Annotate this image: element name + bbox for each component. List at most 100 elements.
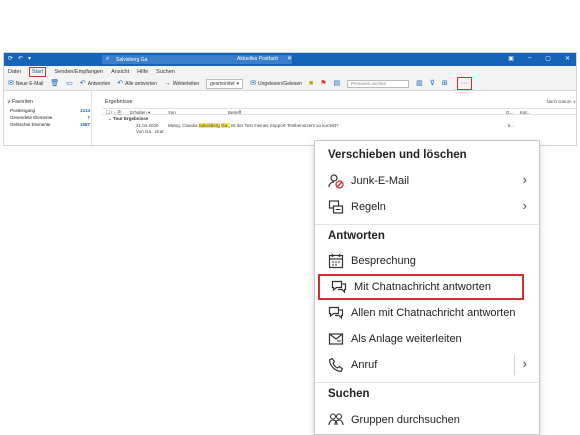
ribbon-toolbar: ✉ Neue E-Mail 🗑 ▭ ↶ Antworten ↶ Alle ant… [4,77,576,91]
dropdown-icon[interactable]: ▾ [28,56,34,62]
quick-access: ⟳ ↶ ▾ [8,56,34,62]
search-highlight: Salvisberg [198,123,220,128]
message-date: 21.04.2020 [136,123,159,128]
chevron-right-icon: › [522,198,527,213]
menu-item-call[interactable]: Anruf › [315,352,541,378]
rules-button[interactable]: ▤ [333,80,340,87]
new-mail-button[interactable]: ✉ Neue E-Mail [8,80,43,87]
menu-label: Junk-E-Mail [351,175,410,187]
tab-suchen[interactable]: Suchen [156,69,175,75]
folder-count: 2114 [80,108,90,113]
chevron-down-icon: ▾ [236,80,240,87]
menu-label: Besprechung [351,255,416,267]
archive-icon: ▭ [66,80,73,87]
menu-item-reply-all-chat[interactable]: Allen mit Chatnachricht antworten [315,300,541,326]
message-from: Von Ga.. Grat [136,129,164,134]
ribbon-display-icon[interactable]: ▣ [508,55,514,62]
menu-divider [315,224,539,225]
section-reply: Antworten [328,230,385,242]
sort-dropdown[interactable]: Nach Datum ∨ [546,99,576,105]
move-dropdown[interactable]: gesmonitet ▾ [206,78,244,89]
forward-icon: → [163,80,171,87]
column-header: ☐ ! ⌂ ⎘ Erhalten ▾ Von Betreff G... Kat.… [102,108,576,115]
undo-icon[interactable]: ↶ [18,56,24,62]
menu-item-search-groups[interactable]: Gruppen durchsuchen [315,407,541,433]
column-from[interactable]: Von [168,110,176,115]
trash-icon: 🗑 [50,80,60,87]
new-mail-label: Neue E-Mail [15,80,44,87]
tab-start[interactable]: Start [28,66,47,77]
tab-hilfe[interactable]: Hilfe [137,69,148,75]
phone-icon [327,356,345,374]
people-search-input[interactable]: Personen suchen [347,79,410,88]
folder-item-posteingang[interactable]: Posteingang 2114 [10,108,90,113]
tab-datei[interactable]: Datei [8,69,21,75]
chevron-right-icon[interactable]: › [523,356,527,371]
forward-button[interactable]: → Weiterleiten [164,80,199,87]
minimize-icon[interactable]: – [528,55,531,62]
categorize-button[interactable]: ■ [309,80,313,87]
menu-item-rules[interactable]: Regeln › [315,194,541,220]
close-icon[interactable]: ✕ [565,55,570,62]
reply-label: Antworten [87,80,111,87]
folder-count: 7 [87,115,90,120]
menu-item-junk[interactable]: Junk-E-Mail › [315,168,541,194]
outlook-window: ⟳ ↶ ▾ ⌕ Salvisberg Ga Aktuelles Postfach… [3,52,577,146]
menu-divider [315,382,539,383]
attachment-icon [327,330,345,348]
message-subject[interactable]: Mwsg. Claudia Salvisberg Ga.. Ist der Te… [168,123,339,128]
search-clear-icon[interactable]: ✕ [287,55,292,62]
favorites-header[interactable]: ∨ Favoriten [7,99,33,105]
more-commands-button[interactable]: ··· [456,77,472,90]
address-book-button[interactable]: ▥ [416,80,423,87]
ribbon-tabs: Datei Start Senden/Empfangen Ansicht Hil… [4,66,576,77]
filter-button[interactable]: ⊽ [430,80,435,87]
column-category[interactable]: Kat... [520,110,531,115]
menu-label: Gruppen durchsuchen [351,414,460,426]
subject-prefix: Mwsg. Claudia [168,123,198,128]
window-title: Aktuelles Postfach [237,56,279,62]
forward-label: Weiterleiten [172,80,200,87]
addins-icon: ⊞ [441,80,448,87]
more-commands-menu: Verschieben und löschen Junk-E-Mail › Re… [314,140,540,435]
group-header[interactable]: ⌄ Tour Ergebnisse [108,116,148,122]
delete-button[interactable]: 🗑 [50,80,59,87]
column-subject[interactable]: Betreff [228,110,241,115]
category-icon: ■ [308,80,314,87]
column-size[interactable]: G... [506,110,513,115]
tab-ansicht[interactable]: Ansicht [111,69,129,75]
section-move-delete: Verschieben und löschen [328,149,467,161]
archive-button[interactable]: ▭ [66,80,73,87]
rules-icon: ▤ [333,80,341,87]
filter-icon: ⊽ [429,80,435,87]
favorites-label: Favoriten [12,99,33,105]
groups-icon [327,411,345,429]
reply-button[interactable]: ↶ Antworten [80,80,110,87]
reply-all-label: Alle antworten [125,80,157,87]
menu-label: Als Anlage weiterleiten [351,333,462,345]
menu-item-meeting[interactable]: Besprechung [315,248,541,274]
results-title: Ergebnisse [105,99,133,105]
read-unread-label: Ungelesen/Gelesen [258,80,302,87]
flag-button[interactable]: ⚑ [320,80,326,87]
envelope-icon: ✉ [8,80,14,87]
menu-item-forward-attachment[interactable]: Als Anlage weiterleiten [315,326,541,352]
menu-item-reply-chat[interactable]: Mit Chatnachricht antworten [318,274,524,300]
read-unread-button[interactable]: ✉ Ungelesen/Gelesen [250,80,302,87]
reply-all-button[interactable]: ↶ Alle antworten [117,80,157,87]
folder-item-geloeschte[interactable]: Gelöschte Elemente 1587 [10,122,90,127]
reply-all-icon: ↶ [117,80,124,87]
tab-senden-empfangen[interactable]: Senden/Empfangen [54,69,103,75]
maximize-icon[interactable]: ▢ [545,55,551,62]
folder-label: Gesendete Elemente [10,115,53,120]
sync-icon[interactable]: ⟳ [8,56,14,62]
folder-item-gesendete[interactable]: Gesendete Elemente 7 [10,115,90,120]
chevron-right-icon: › [522,172,527,187]
envelope-open-icon: ✉ [250,80,257,87]
menu-label: Mit Chatnachricht antworten [354,281,491,293]
window-controls: ▣ – ▢ ✕ [508,55,570,62]
folder-count: 1587 [79,122,90,127]
addins-button[interactable]: ⊞ [442,80,448,87]
menu-label: Allen mit Chatnachricht antworten [351,307,516,319]
folder-pane: ∨ Favoriten Posteingang 2114 Gesendete E… [4,91,92,145]
